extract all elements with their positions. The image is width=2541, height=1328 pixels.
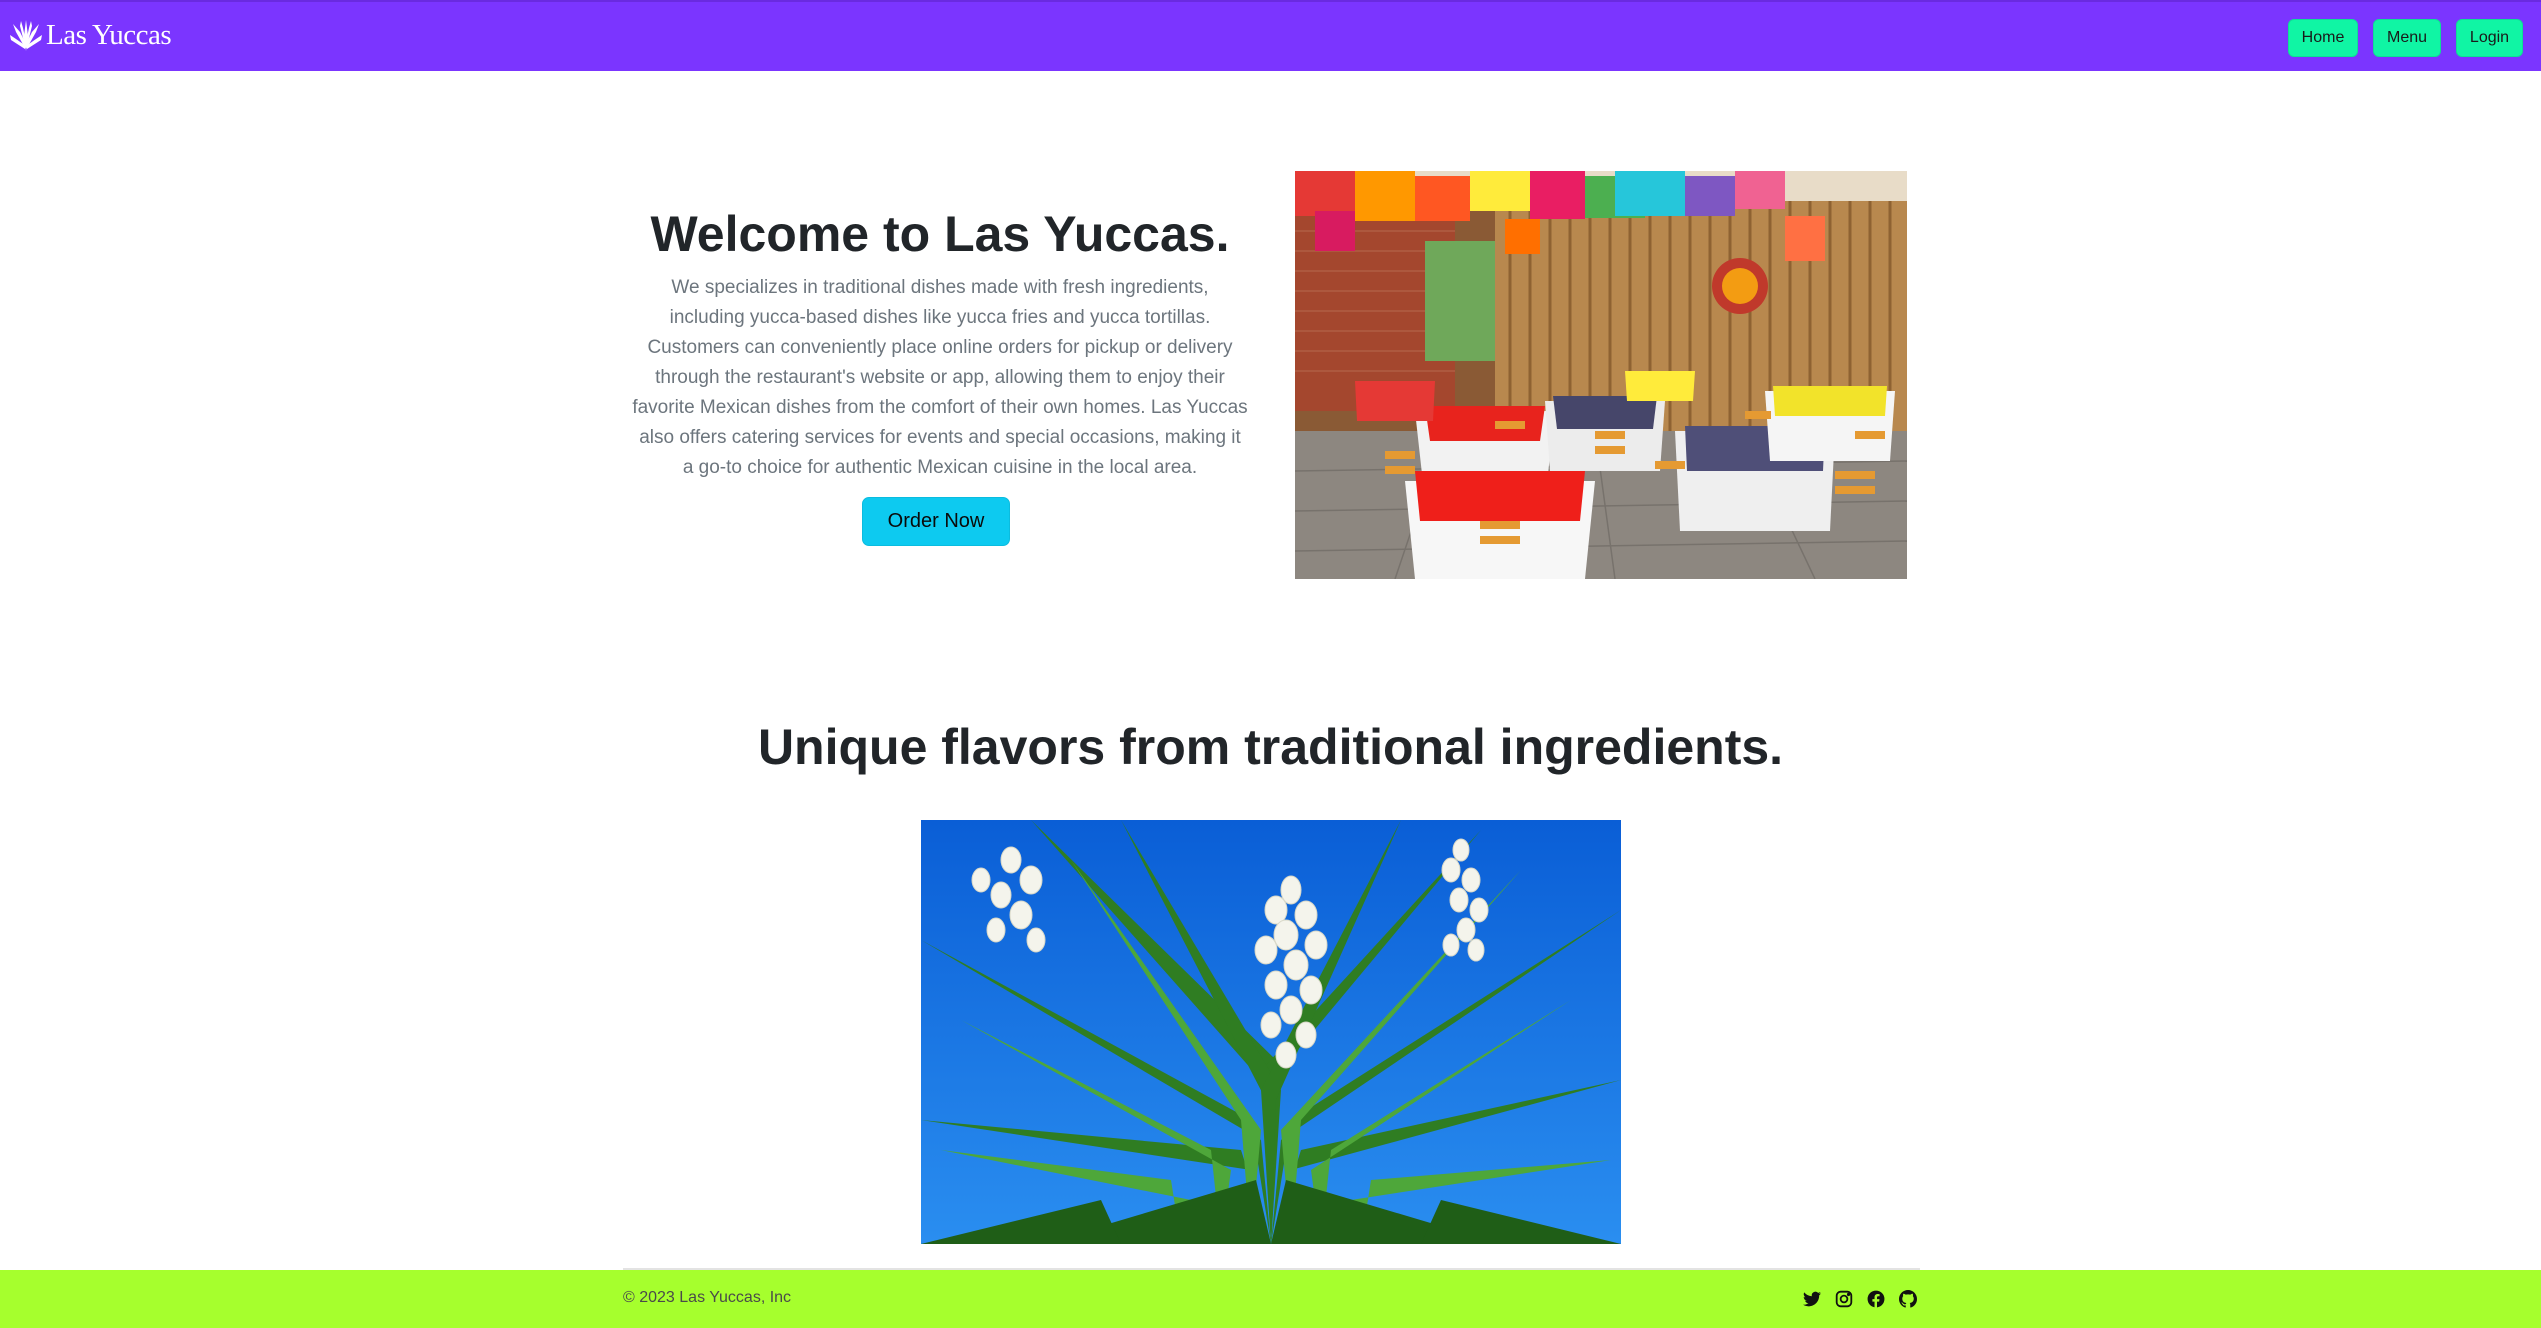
facebook-icon[interactable]: [1867, 1290, 1885, 1308]
home-button[interactable]: Home: [2288, 19, 2358, 57]
order-now-button[interactable]: Order Now: [862, 497, 1010, 546]
github-icon[interactable]: [1899, 1290, 1917, 1308]
hero-description: We specializes in traditional dishes mad…: [632, 277, 1248, 478]
navbar: Las Yuccas Home Menu Login: [0, 0, 2541, 71]
copyright-text: © 2023 Las Yuccas, Inc: [623, 1289, 792, 1306]
instagram-icon[interactable]: [1835, 1290, 1853, 1308]
login-button[interactable]: Login: [2456, 19, 2523, 57]
social-links: [1803, 1290, 1917, 1308]
brand-link[interactable]: Las Yuccas: [10, 18, 172, 52]
yucca-flower-image: [921, 820, 1621, 1244]
yucca-plant-icon: [10, 18, 42, 52]
twitter-icon[interactable]: [1803, 1290, 1821, 1308]
section-title: Unique flavors from traditional ingredie…: [757, 719, 1784, 775]
restaurant-interior-image: [1295, 171, 1907, 579]
hero-title: Welcome to Las Yuccas.: [650, 206, 1230, 262]
menu-button[interactable]: Menu: [2373, 19, 2441, 57]
footer: [0, 1270, 2541, 1328]
brand-name: Las Yuccas: [46, 18, 172, 51]
